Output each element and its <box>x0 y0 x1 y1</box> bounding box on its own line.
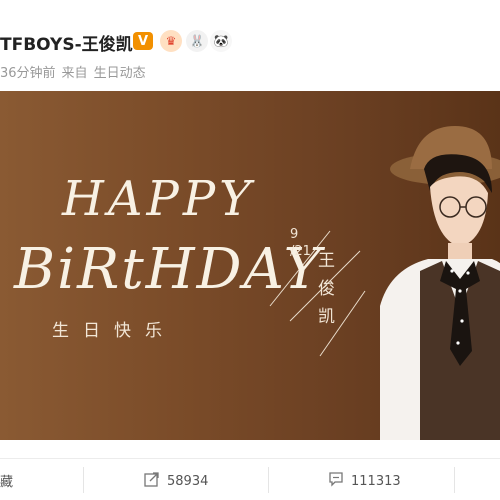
comment-button[interactable]: 111313 <box>328 471 401 491</box>
source-prefix: 来自 <box>61 66 88 81</box>
repost-button[interactable]: 58934 <box>144 471 208 491</box>
banner-date: 9 /21 <box>290 226 311 260</box>
favorite-label: 藏 <box>0 475 14 490</box>
bunny-icon[interactable]: 🐰 <box>186 30 208 52</box>
repost-icon <box>144 471 160 491</box>
banner-date-day: /21 <box>290 244 311 259</box>
person-photo <box>380 126 500 440</box>
panda-icon[interactable]: 🐼 <box>210 30 232 52</box>
banner-title-birthday: BiRtHDAY <box>14 237 323 302</box>
banner-date-month: 9 <box>290 227 299 242</box>
banner-title-happy: HAPPY <box>62 171 255 227</box>
banner-name-vertical: 王俊凯 <box>318 251 335 327</box>
comment-icon <box>328 471 344 491</box>
verified-icon[interactable]: V <box>133 32 153 50</box>
action-divider <box>83 467 84 493</box>
comment-count: 111313 <box>351 473 401 489</box>
repost-count: 58934 <box>167 473 209 489</box>
post-header: TFBOYS-王俊凯 V ♛ 🐰 🐼 36分钟前 来自 生日动态 <box>0 0 500 90</box>
post-source[interactable]: 生日动态 <box>94 66 146 81</box>
birthday-banner-image[interactable]: HAPPY BiRtHDAY 生日快乐 9 /21 王俊凯 <box>0 91 500 440</box>
post-time[interactable]: 36分钟前 <box>0 66 56 81</box>
banner-subtitle: 生日快乐 <box>52 321 176 341</box>
favorite-button[interactable]: 藏 <box>0 471 13 490</box>
action-divider <box>454 467 455 493</box>
post-action-bar: 藏 58934 111313 <box>0 458 500 500</box>
post-meta: 36分钟前 来自 生日动态 <box>0 62 152 81</box>
action-divider <box>268 467 269 493</box>
crown-icon[interactable]: ♛ <box>160 30 182 52</box>
author-name[interactable]: TFBOYS-王俊凯 <box>0 30 133 55</box>
